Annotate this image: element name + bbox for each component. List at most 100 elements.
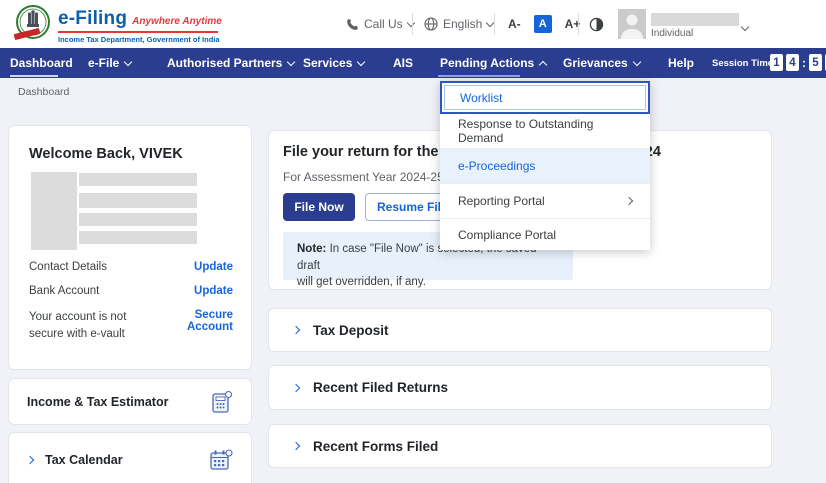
emblem-icon (13, 4, 53, 46)
income-tax-estimator-card[interactable]: Income & Tax Estimator (8, 378, 252, 425)
language-menu[interactable]: English (424, 0, 493, 48)
globe-icon (424, 17, 438, 31)
menu-item-response-outstanding-demand[interactable]: Response to Outstanding Demand (440, 114, 650, 149)
nav-help[interactable]: Help (668, 48, 694, 78)
nav-services[interactable]: Services (303, 48, 364, 78)
compliance-portal-label: Compliance Portal (458, 228, 556, 242)
worklist-label: Worklist (460, 91, 502, 105)
open-menu-underline (438, 75, 520, 77)
note-text-line2: will get overridden, if any. (297, 276, 426, 288)
profile-detail-redacted (79, 173, 197, 186)
tax-deposit-label: Tax Deposit (313, 323, 389, 338)
nav-label: Grievances (563, 56, 628, 70)
menu-item-reporting-portal[interactable]: Reporting Portal (440, 184, 650, 219)
user-name-redacted (651, 13, 739, 26)
pending-actions-dropdown: Worklist Response to Outstanding Demand … (440, 81, 650, 250)
breadcrumb: Dashboard (18, 86, 69, 98)
evault-row: Your account is not secure with e-vault … (29, 309, 233, 342)
calendar-icon (209, 448, 233, 472)
menu-item-compliance-portal[interactable]: Compliance Portal (440, 219, 650, 250)
nav-label: Authorised Partners (167, 56, 282, 70)
user-menu-toggle[interactable] (742, 17, 748, 35)
timer-digit: 1 (770, 54, 783, 71)
font-decrease-button[interactable]: A- (508, 17, 521, 31)
assessment-year-subtitle: For Assessment Year 2024-25 (283, 170, 444, 184)
welcome-card: Welcome Back, VIVEK Contact Details Upda… (8, 125, 252, 370)
call-us-label: Call Us (364, 17, 403, 31)
phone-icon (346, 18, 359, 31)
recent-filed-returns-accordion[interactable]: Recent Filed Returns (268, 365, 772, 410)
contrast-toggle[interactable] (589, 0, 604, 48)
profile-photo-redacted (31, 172, 77, 250)
calculator-icon (211, 390, 233, 414)
nav-ais[interactable]: AIS (393, 48, 413, 78)
nav-label: Help (668, 56, 694, 70)
chevron-down-icon (357, 57, 365, 65)
nav-e-file[interactable]: e-File (88, 48, 131, 78)
chevron-right-icon (292, 326, 300, 334)
header-divider (494, 13, 495, 35)
nav-label: Dashboard (10, 56, 73, 70)
recent-forms-filed-label: Recent Forms Filed (313, 439, 438, 454)
tax-deposit-accordion[interactable]: Tax Deposit (268, 308, 772, 352)
contact-details-row: Contact Details Update (29, 261, 233, 273)
nav-pending-actions[interactable]: Pending Actions (440, 48, 546, 78)
profile-detail-redacted (79, 231, 197, 244)
chevron-right-icon (292, 383, 300, 391)
response-demand-label: Response to Outstanding Demand (458, 117, 632, 145)
nav-label: Services (303, 56, 352, 70)
submenu-arrow-icon (625, 197, 633, 205)
font-normal-button[interactable]: A (534, 15, 552, 33)
tax-calendar-card[interactable]: Tax Calendar (8, 432, 252, 483)
secure-account-link[interactable]: Secure Account (147, 309, 233, 342)
update-bank-link[interactable]: Update (194, 285, 233, 297)
brand-block: e-Filing Anywhere Anytime Income Tax Dep… (58, 8, 222, 44)
session-time-label: Session Time (712, 48, 773, 78)
chevron-down-icon (406, 18, 414, 26)
e-proceedings-label: e-Proceedings (458, 159, 535, 173)
language-label: English (443, 17, 482, 31)
nav-label: Pending Actions (440, 56, 534, 70)
update-contact-link[interactable]: Update (194, 261, 233, 273)
evault-status-label: Your account is not secure with e-vault (29, 309, 139, 342)
file-now-button[interactable]: File Now (283, 193, 355, 221)
chevron-down-icon (632, 57, 640, 65)
active-tab-underline (10, 75, 58, 77)
session-timer: 1 4 : 5 0 (770, 54, 826, 71)
header-divider (578, 13, 579, 35)
recent-filed-returns-label: Recent Filed Returns (313, 380, 448, 395)
app-root: e-Filing Anywhere Anytime Income Tax Dep… (0, 0, 826, 483)
top-header: e-Filing Anywhere Anytime Income Tax Dep… (0, 0, 826, 48)
brand-divider (58, 31, 218, 33)
user-avatar[interactable] (618, 9, 646, 39)
chevron-up-icon (539, 60, 547, 68)
chevron-right-icon (26, 456, 34, 464)
menu-item-e-proceedings[interactable]: e-Proceedings (440, 149, 650, 184)
menu-item-worklist[interactable]: Worklist (440, 81, 650, 114)
national-emblem-logo (13, 4, 53, 46)
nav-authorised-partners[interactable]: Authorised Partners (167, 48, 294, 78)
chevron-down-icon (124, 57, 132, 65)
timer-digit: 5 (809, 54, 822, 71)
recent-forms-filed-accordion[interactable]: Recent Forms Filed (268, 424, 772, 468)
person-icon (618, 9, 646, 39)
nav-grievances[interactable]: Grievances (563, 48, 640, 78)
call-us-menu[interactable]: Call Us (346, 0, 414, 48)
bank-account-label: Bank Account (29, 285, 99, 297)
brand-tagline: Anywhere Anytime (132, 16, 222, 27)
chevron-down-icon (287, 57, 295, 65)
bank-account-row: Bank Account Update (29, 285, 233, 297)
profile-detail-redacted (79, 213, 197, 226)
nav-label: AIS (393, 56, 413, 70)
tax-calendar-label: Tax Calendar (45, 453, 123, 467)
contact-details-label: Contact Details (29, 261, 107, 273)
note-label: Note: (297, 243, 326, 255)
font-size-controls: A- A A+ (508, 0, 580, 48)
brand-department: Income Tax Department, Government of Ind… (58, 35, 222, 44)
nav-label: e-File (88, 56, 119, 70)
timer-colon: : (802, 56, 806, 70)
nav-dashboard[interactable]: Dashboard (10, 48, 73, 78)
welcome-title: Welcome Back, VIVEK (29, 146, 183, 162)
user-type-label: Individual (651, 28, 693, 39)
reporting-portal-label: Reporting Portal (458, 194, 545, 208)
